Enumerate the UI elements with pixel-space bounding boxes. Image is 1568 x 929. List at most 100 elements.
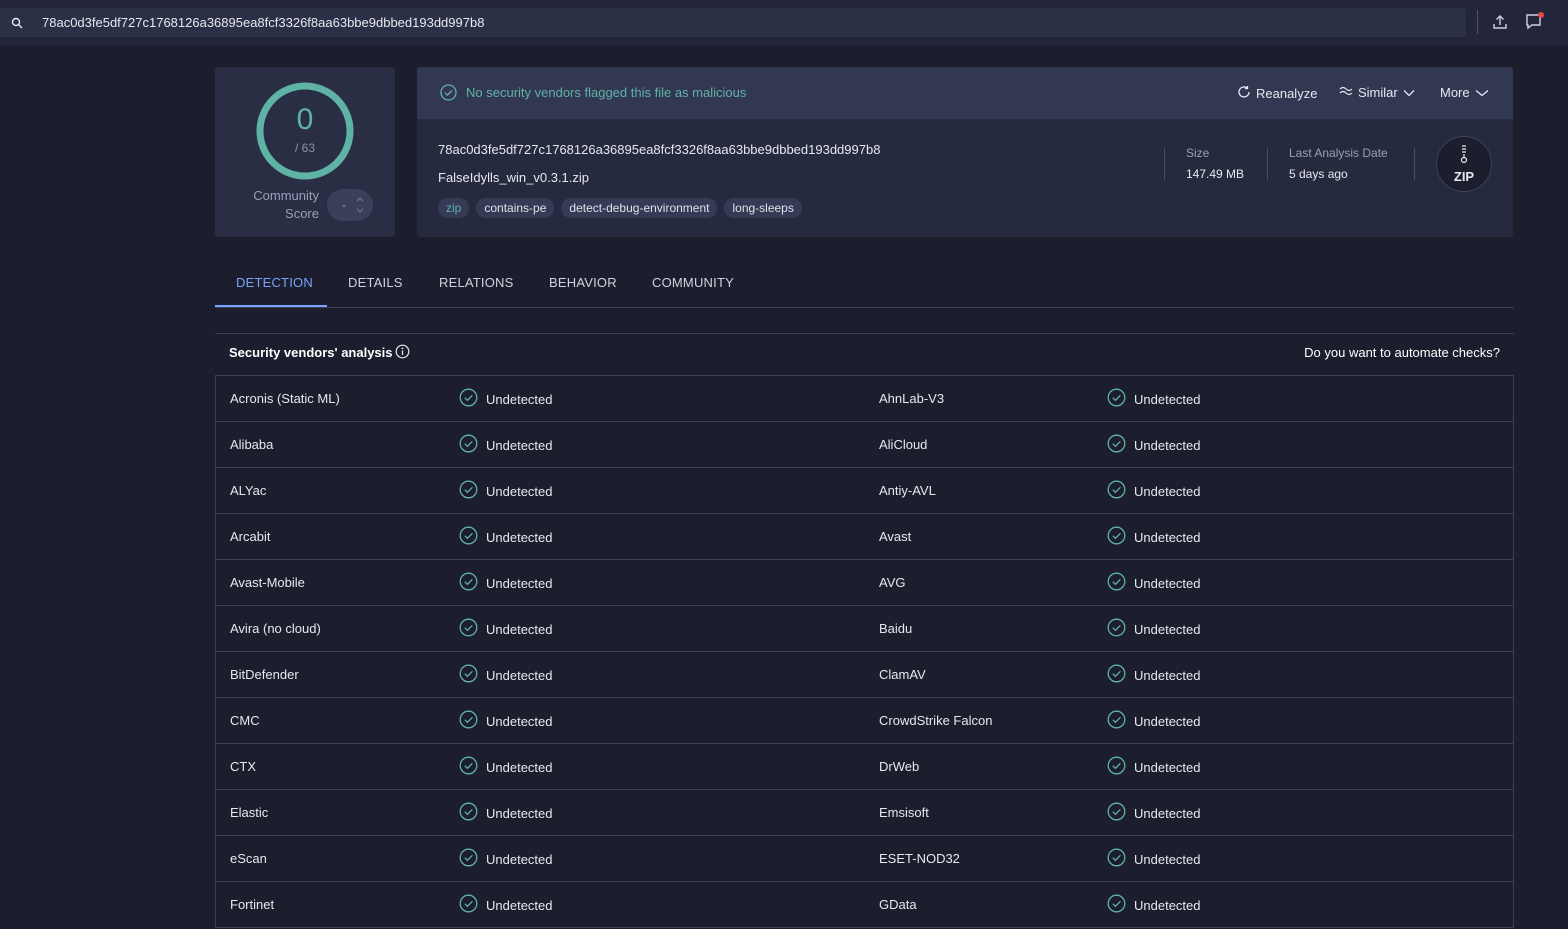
- vendor-name: ALYac: [230, 483, 267, 498]
- detection-status: Undetected: [1107, 710, 1201, 732]
- similar-icon: [1339, 85, 1353, 100]
- detection-status: Undetected: [459, 434, 553, 456]
- tab-detection[interactable]: DETECTION: [236, 275, 313, 290]
- vendor-name: Alibaba: [230, 437, 274, 452]
- vendor-name: Arcabit: [230, 529, 271, 544]
- tab-details[interactable]: DETAILS: [348, 275, 403, 290]
- detection-status: Undetected: [1107, 388, 1201, 410]
- community-score-vote[interactable]: [327, 189, 373, 221]
- zipper-icon: [1459, 144, 1469, 168]
- vendor-name: Avira (no cloud): [230, 621, 321, 636]
- similar-dropdown[interactable]: Similar: [1339, 85, 1415, 100]
- detection-status: Undetected: [1107, 664, 1201, 686]
- detection-status: Undetected: [459, 756, 553, 778]
- vendor-name: Avast-Mobile: [230, 575, 305, 590]
- check-circle-icon: [459, 526, 478, 548]
- search-bar[interactable]: [0, 8, 1466, 37]
- detection-status: Undetected: [1107, 802, 1201, 824]
- check-circle-icon: [1107, 388, 1126, 410]
- check-circle-icon: [459, 802, 478, 824]
- tag[interactable]: zip: [438, 198, 470, 218]
- vendor-name: Fortinet: [230, 897, 275, 912]
- file-type-label: ZIP: [1453, 168, 1475, 184]
- check-circle-icon: [1107, 618, 1126, 640]
- table-row: Alibaba Undetected AliCloud Undetected: [216, 422, 1513, 468]
- tab-community[interactable]: COMMUNITY: [652, 275, 734, 290]
- topbar-divider: [1477, 10, 1478, 34]
- search-input[interactable]: [34, 15, 1434, 30]
- vendor-name: Baidu: [879, 621, 913, 636]
- check-circle-icon: [459, 388, 478, 410]
- vendor-name: AVG: [879, 575, 906, 590]
- check-circle-icon: [440, 84, 457, 106]
- tag[interactable]: contains-pe: [476, 198, 555, 218]
- last-analysis-label: Last Analysis Date: [1289, 146, 1388, 160]
- tag[interactable]: long-sleeps: [724, 198, 802, 218]
- vendor-name: CMC: [230, 713, 260, 728]
- analysis-title: Security vendors' analysis: [229, 345, 393, 360]
- table-row: Elastic Undetected Emsisoft Undetected: [216, 790, 1513, 836]
- detection-count: 0: [296, 103, 314, 136]
- tab-behavior[interactable]: BEHAVIOR: [549, 275, 617, 290]
- file-type-badge: ZIP: [1436, 136, 1492, 192]
- table-row: CMC Undetected CrowdStrike Falcon Undetecte…: [216, 698, 1513, 744]
- tag-list: zip contains-pe detect-debug-environment…: [438, 198, 802, 218]
- table-row: BitDefender Undetected ClamAV Undetected: [216, 652, 1513, 698]
- table-row: Arcabit Undetected Avast Undetected: [216, 514, 1513, 560]
- chat-notification-icon[interactable]: [1525, 12, 1545, 32]
- detection-status: Undetected: [1107, 434, 1201, 456]
- detection-status: Undetected: [459, 710, 553, 732]
- table-row: Acronis (Static ML) Undetected AhnLab-V3 Un…: [216, 376, 1513, 422]
- check-circle-icon: [459, 618, 478, 640]
- check-circle-icon: [459, 434, 478, 456]
- vendor-name: CrowdStrike Falcon: [879, 713, 993, 728]
- vendor-name: Antiy-AVL: [879, 483, 936, 498]
- file-header-card: No security vendors flagged this file as…: [417, 67, 1513, 237]
- check-circle-icon: [1107, 526, 1126, 548]
- check-circle-icon: [1107, 480, 1126, 502]
- chevron-down-icon: [1475, 85, 1489, 100]
- tab-relations[interactable]: RELATIONS: [439, 275, 514, 290]
- detection-status: Undetected: [459, 526, 553, 548]
- detection-status: Undetected: [1107, 756, 1201, 778]
- reanalyze-button[interactable]: Reanalyze: [1237, 85, 1317, 102]
- more-dropdown[interactable]: More: [1440, 85, 1489, 100]
- check-circle-icon: [1107, 848, 1126, 870]
- check-circle-icon: [459, 710, 478, 732]
- vendor-name: AliCloud: [879, 437, 928, 452]
- detection-status: Undetected: [1107, 572, 1201, 594]
- check-circle-icon: [1107, 664, 1126, 686]
- vendor-name: Acronis (Static ML): [230, 391, 340, 406]
- check-circle-icon: [1107, 710, 1126, 732]
- vendor-name: GData: [879, 897, 917, 912]
- detection-status: Undetected: [1107, 480, 1201, 502]
- community-score-label: Community Score: [253, 188, 319, 221]
- table-row: Avast-Mobile Undetected AVG Undetected: [216, 560, 1513, 606]
- detection-status: Undetected: [459, 572, 553, 594]
- check-circle-icon: [459, 572, 478, 594]
- info-icon[interactable]: [395, 344, 410, 364]
- check-circle-icon: [459, 848, 478, 870]
- detection-status: Undetected: [1107, 526, 1201, 548]
- vendor-name: ClamAV: [879, 667, 926, 682]
- table-row: Avira (no cloud) Undetected Baidu Undetecte…: [216, 606, 1513, 652]
- vendor-name: Elastic: [230, 805, 269, 820]
- detection-status: Undetected: [459, 618, 553, 640]
- detection-status: Undetected: [459, 664, 553, 686]
- tag[interactable]: detect-debug-environment: [561, 198, 718, 218]
- meta-divider: [1414, 148, 1415, 180]
- vendor-name: CTX: [230, 759, 256, 774]
- meta-divider: [1164, 148, 1165, 180]
- vendor-name: Avast: [879, 529, 912, 544]
- upload-icon[interactable]: [1490, 12, 1510, 32]
- refresh-icon: [1237, 85, 1251, 102]
- vendor-name: AhnLab-V3: [879, 391, 945, 406]
- chevron-down-icon: [1403, 85, 1415, 100]
- automate-checks-link[interactable]: Do you want to automate checks?: [1304, 345, 1500, 360]
- active-tab-indicator: [215, 305, 327, 307]
- meta-divider: [1267, 148, 1268, 180]
- size-value: 147.49 MB: [1186, 167, 1245, 181]
- table-row: ALYac Undetected Antiy-AVL Undetected: [216, 468, 1513, 514]
- banner-message: No security vendors flagged this file as…: [466, 85, 747, 100]
- top-bar: [0, 0, 1568, 46]
